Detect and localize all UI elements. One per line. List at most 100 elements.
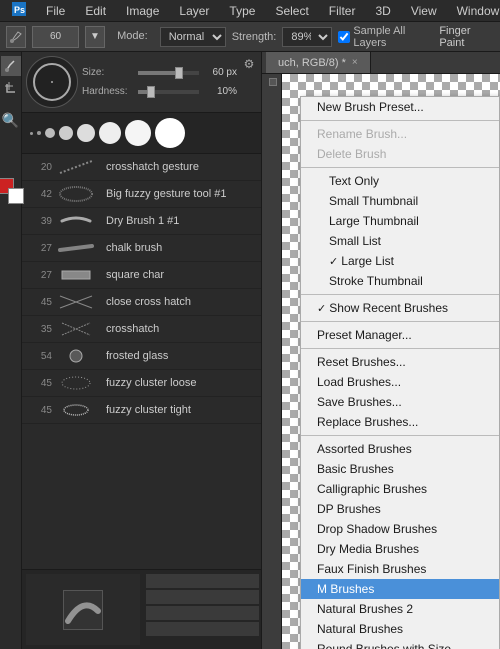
menu-reset-brushes[interactable]: Reset Brushes... (301, 352, 499, 372)
menu-show-recent-brushes[interactable]: Show Recent Brushes (301, 298, 499, 318)
menu-assorted-brushes[interactable]: Assorted Brushes (301, 439, 499, 459)
brush-bottom-panel (22, 569, 261, 649)
brush-preview (26, 56, 78, 108)
brush-item-crosshatch[interactable]: 35 crosshatch (22, 316, 261, 343)
menu-select[interactable]: Select (271, 2, 312, 20)
brush-dot-7[interactable] (125, 120, 151, 146)
menu-file[interactable]: File (42, 2, 69, 20)
brush-list: 20 crosshatch gesture 42 Big fuzzy gestu… (22, 154, 261, 569)
separator-4 (301, 321, 499, 322)
size-slider-thumb[interactable] (175, 67, 183, 79)
menu-image[interactable]: Image (122, 2, 163, 20)
zoom-tool-btn[interactable]: 🔍 (1, 110, 21, 130)
menu-natural-brushes[interactable]: Natural Brushes (301, 619, 499, 639)
crop-tool-btn[interactable] (1, 78, 21, 98)
brush-size-icon[interactable]: 60 (32, 26, 78, 48)
menu-replace-brushes[interactable]: Replace Brushes... (301, 412, 499, 432)
separator-3 (301, 294, 499, 295)
menu-window[interactable]: Window (453, 2, 500, 20)
brush-dot-4[interactable] (59, 126, 73, 140)
panel-bottom-row3 (146, 606, 260, 620)
menu-small-list[interactable]: Small List (301, 231, 499, 251)
brush-dot-6[interactable] (99, 122, 121, 144)
finger-paint-label[interactable]: Finger Paint (439, 25, 494, 49)
hardness-slider-track (138, 90, 199, 94)
menu-edit[interactable]: Edit (81, 2, 110, 20)
brush-item-close-cross-hatch[interactable]: 45 close cross hatch (22, 289, 261, 316)
canvas-left-strip (262, 74, 282, 649)
separator-2 (301, 167, 499, 168)
sample-all-layers-checkbox[interactable] (338, 31, 350, 43)
panel-gear-btn[interactable]: ⚙ (241, 56, 257, 72)
options-bar: 60 ▼ Mode: Normal Strength: 89% Sample A… (0, 22, 500, 52)
collapse-btn[interactable] (269, 78, 277, 86)
brush-dot-1[interactable] (30, 132, 33, 135)
brush-tool-icon[interactable] (6, 26, 26, 48)
background-color[interactable] (8, 188, 24, 204)
brush-dot-8[interactable] (155, 118, 185, 148)
panel-bottom-row2 (146, 590, 260, 604)
size-slider-track (138, 71, 199, 75)
menu-text-only[interactable]: Text Only (301, 171, 499, 191)
menu-basic-brushes[interactable]: Basic Brushes (301, 459, 499, 479)
menu-type[interactable]: Type (225, 2, 259, 20)
menu-drop-shadow-brushes[interactable]: Drop Shadow Brushes (301, 519, 499, 539)
menu-layer[interactable]: Layer (175, 2, 213, 20)
canvas-tab[interactable]: uch, RGB/8) * × (266, 52, 371, 73)
menu-load-brushes[interactable]: Load Brushes... (301, 372, 499, 392)
brush-item-crosshatch-gesture[interactable]: 20 crosshatch gesture (22, 154, 261, 181)
size-value: 60 px (203, 67, 237, 78)
mode-select[interactable]: Normal (160, 27, 226, 47)
brush-item-fuzzy-tight[interactable]: 45 fuzzy cluster tight (22, 397, 261, 424)
menu-3d[interactable]: 3D (371, 2, 394, 20)
menu-filter[interactable]: Filter (325, 2, 360, 20)
brush-item-big-fuzzy[interactable]: 42 Big fuzzy gesture tool #1 (22, 181, 261, 208)
strength-select[interactable]: 89% (282, 27, 332, 47)
size-label: Size: (82, 67, 134, 78)
menu-stroke-thumbnail[interactable]: Stroke Thumbnail (301, 271, 499, 291)
menu-round-brushes[interactable]: Round Brushes with Size (301, 639, 499, 649)
menu-m-brushes[interactable]: M Brushes (301, 579, 499, 599)
hardness-slider-thumb[interactable] (147, 86, 155, 98)
brush-dots-row (22, 113, 261, 154)
color-selector[interactable] (0, 178, 24, 204)
brush-dot-5[interactable] (77, 124, 95, 142)
brush-item-square-char[interactable]: 27 square char (22, 262, 261, 289)
brush-options-btn[interactable]: ▼ (85, 26, 105, 48)
strength-label: Strength: (232, 31, 277, 43)
menu-ps[interactable]: Ps (8, 0, 30, 21)
menu-large-thumbnail[interactable]: Large Thumbnail (301, 211, 499, 231)
brush-item-chalk-brush[interactable]: 27 chalk brush (22, 235, 261, 262)
brush-dot-3[interactable] (45, 128, 55, 138)
separator-5 (301, 348, 499, 349)
menu-faux-finish-brushes[interactable]: Faux Finish Brushes (301, 559, 499, 579)
svg-text:Ps: Ps (14, 5, 25, 15)
sample-all-layers-label: Sample All Layers (338, 25, 433, 49)
tab-label: uch, RGB/8) * (278, 57, 346, 69)
tab-close-btn[interactable]: × (352, 57, 358, 68)
menu-dry-media-brushes[interactable]: Dry Media Brushes (301, 539, 499, 559)
menu-dp-brushes[interactable]: DP Brushes (301, 499, 499, 519)
smudge-tool-btn[interactable] (1, 56, 21, 76)
menu-save-brushes[interactable]: Save Brushes... (301, 392, 499, 412)
brush-stroke-preview (63, 590, 103, 630)
menu-calligraphic-brushes[interactable]: Calligraphic Brushes (301, 479, 499, 499)
menu-large-list[interactable]: Large List (301, 251, 499, 271)
menu-small-thumbnail[interactable]: Small Thumbnail (301, 191, 499, 211)
brush-item-dry-brush[interactable]: 39 Dry Brush 1 #1 (22, 208, 261, 235)
menu-rename-brush: Rename Brush... (301, 124, 499, 144)
panel-bottom-row4 (146, 622, 260, 636)
brush-item-fuzzy-loose[interactable]: 45 fuzzy cluster loose (22, 370, 261, 397)
mode-label: Mode: (111, 22, 154, 52)
menu-new-brush-preset[interactable]: New Brush Preset... (301, 97, 499, 117)
separator-6 (301, 435, 499, 436)
brush-item-frosted-glass[interactable]: 54 frosted glass (22, 343, 261, 370)
left-toolbar: 🔍 (0, 52, 22, 649)
menu-natural-brushes-2[interactable]: Natural Brushes 2 (301, 599, 499, 619)
menu-delete-brush: Delete Brush (301, 144, 499, 164)
brush-dot-2[interactable] (37, 131, 41, 135)
menu-view[interactable]: View (407, 2, 441, 20)
menu-preset-manager[interactable]: Preset Manager... (301, 325, 499, 345)
panel-bottom-row1 (146, 574, 260, 588)
tab-bar: uch, RGB/8) * × (262, 52, 500, 74)
